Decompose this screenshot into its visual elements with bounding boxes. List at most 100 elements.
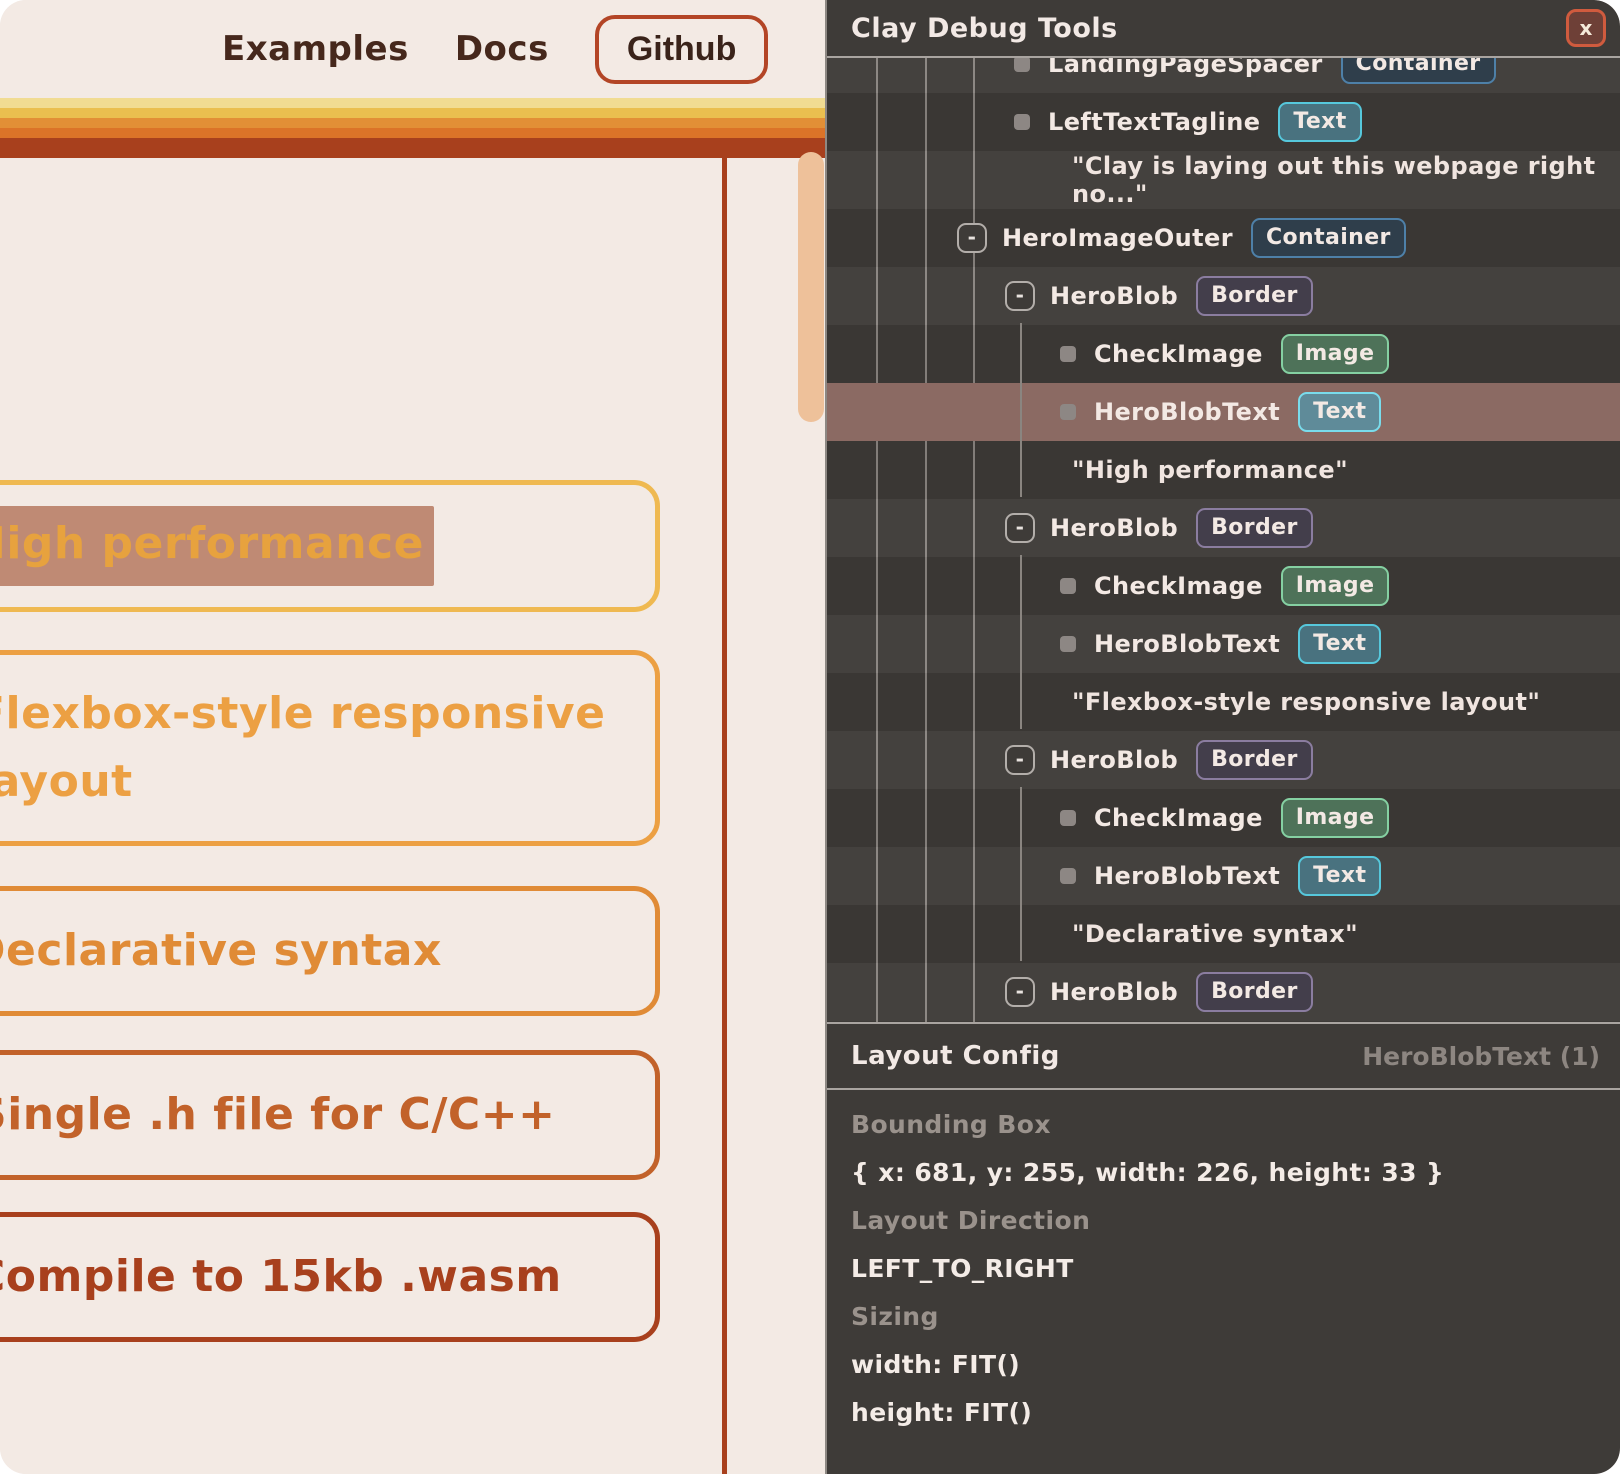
- collapse-button[interactable]: -: [1005, 745, 1035, 775]
- hero-blob-box: High performance: [0, 480, 660, 612]
- node-label: HeroBlob: [1050, 514, 1178, 542]
- element-tree: LandingPageSpacer Container LeftTextTaglin…: [827, 58, 1620, 1022]
- nav-link-docs[interactable]: Docs: [455, 29, 549, 69]
- config-field-label: Sizing: [851, 1302, 939, 1331]
- element-type-badge: Container: [1251, 218, 1406, 258]
- tree-row[interactable]: CheckImage Image: [827, 325, 1620, 383]
- node-label: HeroImageOuter: [1002, 224, 1233, 252]
- node-label: HeroBlobText: [1094, 862, 1280, 890]
- hero-blob-box: Single .h file for C/C++: [0, 1050, 660, 1180]
- element-type-badge: Border: [1196, 276, 1313, 316]
- hero-blob-box: Compile to 15kb .wasm: [0, 1212, 660, 1342]
- tree-row[interactable]: -HeroBlob Border: [827, 731, 1620, 789]
- top-navbar: Examples Docs Github: [0, 0, 827, 98]
- tree-guide-line: [1020, 323, 1022, 497]
- config-field-value: LEFT_TO_RIGHT: [851, 1254, 1074, 1283]
- hero-blob-box: Flexbox-style responsive layout: [0, 650, 660, 846]
- collapse-button[interactable]: -: [1005, 281, 1035, 311]
- accent-stripe: [0, 98, 827, 108]
- tree-row[interactable]: -HeroBlob Border: [827, 499, 1620, 557]
- hero-blob-box: Declarative syntax: [0, 886, 660, 1016]
- scrollbar-thumb[interactable]: [798, 152, 824, 422]
- config-field-value: height: FIT(): [851, 1398, 1032, 1427]
- node-label: HeroBlob: [1050, 978, 1178, 1006]
- tree-string-row: "Declarative syntax": [827, 905, 1620, 963]
- node-label: HeroBlob: [1050, 746, 1178, 774]
- tree-row[interactable]: HeroBlobText Text: [827, 615, 1620, 673]
- accent-stripe: [0, 138, 827, 158]
- element-type-badge: Text: [1298, 392, 1381, 432]
- node-label: LeftTextTagline: [1048, 108, 1260, 136]
- config-line: width: FIT(): [851, 1340, 1620, 1388]
- element-type-badge: Border: [1196, 972, 1313, 1012]
- tree-row[interactable]: -HeroImageOuter Container: [827, 209, 1620, 267]
- vertical-divider: [722, 158, 727, 1474]
- element-type-badge: Image: [1281, 798, 1390, 838]
- node-label: HeroBlobText: [1094, 630, 1280, 658]
- node-label: CheckImage: [1094, 340, 1263, 368]
- hero-blob-text: Flexbox-style responsive layout: [0, 680, 635, 816]
- element-type-badge: Text: [1278, 102, 1361, 142]
- leaf-bullet-icon: [1014, 58, 1030, 72]
- leaf-bullet-icon: [1014, 114, 1030, 130]
- selected-element-label: HeroBlobText (1): [1362, 1042, 1600, 1071]
- tree-guide-line: [1020, 787, 1022, 961]
- node-label: HeroBlobText: [1094, 398, 1280, 426]
- tree-row[interactable]: -HeroBlob Border: [827, 963, 1620, 1021]
- node-label: CheckImage: [1094, 572, 1263, 600]
- github-button[interactable]: Github: [595, 15, 769, 84]
- layout-config-title: Layout Config: [851, 1041, 1060, 1071]
- config-line: LEFT_TO_RIGHT: [851, 1244, 1620, 1292]
- tree-row[interactable]: LandingPageSpacer Container: [827, 58, 1620, 93]
- tree-row[interactable]: CheckImage Image: [827, 789, 1620, 847]
- tree-row[interactable]: -HeroBlob Border: [827, 267, 1620, 325]
- hero-blob-text: Compile to 15kb .wasm: [0, 1243, 562, 1311]
- leaf-bullet-icon: [1060, 346, 1076, 362]
- config-line: Layout Direction: [851, 1196, 1620, 1244]
- close-button[interactable]: x: [1566, 9, 1606, 47]
- tree-guide-line: [1020, 555, 1022, 729]
- config-line: { x: 681, y: 255, width: 226, height: 33…: [851, 1148, 1620, 1196]
- collapse-button[interactable]: -: [1005, 513, 1035, 543]
- tree-row[interactable]: CheckImage Image: [827, 557, 1620, 615]
- element-type-badge: Border: [1196, 740, 1313, 780]
- accent-stripes: [0, 98, 827, 158]
- tree-row[interactable]: HeroBlobText Text: [827, 383, 1620, 441]
- leaf-bullet-icon: [1060, 636, 1076, 652]
- hero-blob-text: Declarative syntax: [0, 917, 442, 985]
- element-type-badge: Image: [1281, 334, 1390, 374]
- layout-config-body: Bounding Box { x: 681, y: 255, width: 226…: [827, 1090, 1620, 1436]
- node-label: HeroBlob: [1050, 282, 1178, 310]
- tree-string-row: "Clay is laying out this webpage right n…: [827, 151, 1620, 209]
- tree-row[interactable]: HeroBlobText Text: [827, 847, 1620, 905]
- debug-panel-header: Clay Debug Tools x: [827, 0, 1620, 58]
- element-type-badge: Image: [1281, 566, 1390, 606]
- layout-config-header: Layout Config HeroBlobText (1): [827, 1024, 1620, 1090]
- element-type-badge: Container: [1341, 58, 1496, 84]
- config-line: Bounding Box: [851, 1100, 1620, 1148]
- node-label: LandingPageSpacer: [1048, 58, 1323, 78]
- element-type-badge: Text: [1298, 624, 1381, 664]
- selection-highlight: High performance: [0, 506, 434, 586]
- tree-row[interactable]: LeftTextTagline Text: [827, 93, 1620, 151]
- accent-stripe: [0, 128, 827, 138]
- leaf-bullet-icon: [1060, 578, 1076, 594]
- config-field-label: Bounding Box: [851, 1110, 1051, 1139]
- element-type-badge: Text: [1298, 856, 1381, 896]
- hero-blob-text: Single .h file for C/C++: [0, 1081, 555, 1149]
- node-label: CheckImage: [1094, 804, 1263, 832]
- nav-link-examples[interactable]: Examples: [222, 29, 409, 69]
- config-field-value: { x: 681, y: 255, width: 226, height: 33…: [851, 1158, 1444, 1187]
- layout-config-section: Layout Config HeroBlobText (1) Bounding …: [827, 1022, 1620, 1474]
- collapse-button[interactable]: -: [957, 223, 987, 253]
- element-type-badge: Border: [1196, 508, 1313, 548]
- app-window: Examples Docs Github High performance Fle…: [0, 0, 1620, 1474]
- collapse-button[interactable]: -: [1005, 977, 1035, 1007]
- leaf-bullet-icon: [1060, 810, 1076, 826]
- tree-string-row: "High performance": [827, 441, 1620, 499]
- accent-stripe: [0, 118, 827, 128]
- leaf-bullet-icon: [1060, 868, 1076, 884]
- close-icon: x: [1580, 16, 1593, 40]
- leaf-bullet-icon: [1060, 404, 1076, 420]
- debug-panel-title: Clay Debug Tools: [851, 13, 1118, 44]
